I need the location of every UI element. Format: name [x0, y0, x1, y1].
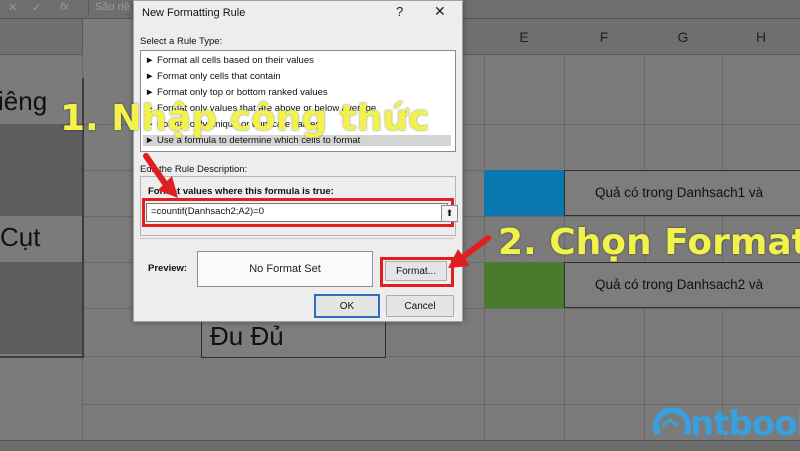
collapse-dialog-icon[interactable]: ⬆ [441, 205, 458, 222]
cell-a-row6[interactable] [0, 308, 82, 354]
column-header-d[interactable] [462, 19, 485, 55]
help-button[interactable]: ? [396, 4, 403, 19]
dialog-title: New Formatting Rule [142, 7, 246, 19]
cell-du-du-text: Đu Đủ [210, 321, 284, 351]
cell-a-row5[interactable] [0, 262, 82, 309]
rule-type-item[interactable]: ► Format only top or bottom ranked value… [145, 87, 328, 98]
formula-label: Format values where this formula is true… [148, 186, 334, 197]
dialog-separator [140, 238, 454, 239]
cell-a-row4-text: Cụt [0, 222, 41, 252]
formula-value: =countif(Danhsach2;A2)=0 [151, 206, 265, 217]
enter-icon[interactable]: ✓ [32, 1, 41, 14]
cancel-icon[interactable]: ✕ [8, 1, 17, 14]
legend-label-2-text: Quả có trong Danhsach2 và [595, 277, 764, 292]
formula-input-field[interactable]: =countif(Danhsach2;A2)=0 ⬆ [146, 203, 458, 222]
cell-a-row4[interactable]: Cụt [0, 216, 82, 263]
rule-type-item[interactable]: ► Format only cells that contain [145, 71, 281, 82]
edit-rule-label: Edit the Rule Description: [140, 164, 248, 175]
fx-icon[interactable]: fx [60, 1, 69, 13]
new-formatting-rule-dialog: New Formatting Rule ? ✕ Select a Rule Ty… [133, 0, 463, 322]
column-header-g[interactable]: G [644, 19, 723, 55]
close-button[interactable]: ✕ [434, 3, 446, 20]
step2-annotation: 2. Chọn Format [498, 222, 800, 263]
cell-a-row1-text: iêng [0, 86, 48, 116]
brand-logo-icon [652, 402, 692, 442]
column-header-e[interactable]: E [484, 19, 565, 55]
legend-label-2[interactable]: Quả có trong Danhsach2 và [564, 262, 800, 308]
column-header-h[interactable]: H [722, 19, 800, 55]
cell-a-row3[interactable] [0, 170, 82, 217]
legend-label-1-text: Quả có trong Danhsach1 và [595, 185, 764, 200]
cancel-button[interactable]: Cancel [386, 295, 454, 317]
column-header-f[interactable]: F [564, 19, 645, 55]
preview-box: No Format Set [197, 251, 373, 287]
legend-label-1[interactable]: Quả có trong Danhsach1 và [564, 170, 800, 216]
rule-type-item[interactable]: ► Format all cells based on their values [145, 55, 314, 66]
brand-logo-text: ntbook [690, 404, 800, 444]
grid-line [82, 356, 800, 357]
preview-label: Preview: [148, 263, 188, 274]
grid-line [484, 54, 485, 450]
rule-type-label: Select a Rule Type: [140, 36, 223, 47]
step1-annotation: 1. Nhập công thức [60, 98, 430, 139]
format-button[interactable]: Format... [385, 261, 447, 281]
column-header-a[interactable] [0, 19, 83, 55]
ok-button[interactable]: OK [314, 294, 380, 318]
legend-color-swatch-1[interactable] [484, 170, 564, 216]
legend-color-swatch-2[interactable] [484, 262, 564, 308]
